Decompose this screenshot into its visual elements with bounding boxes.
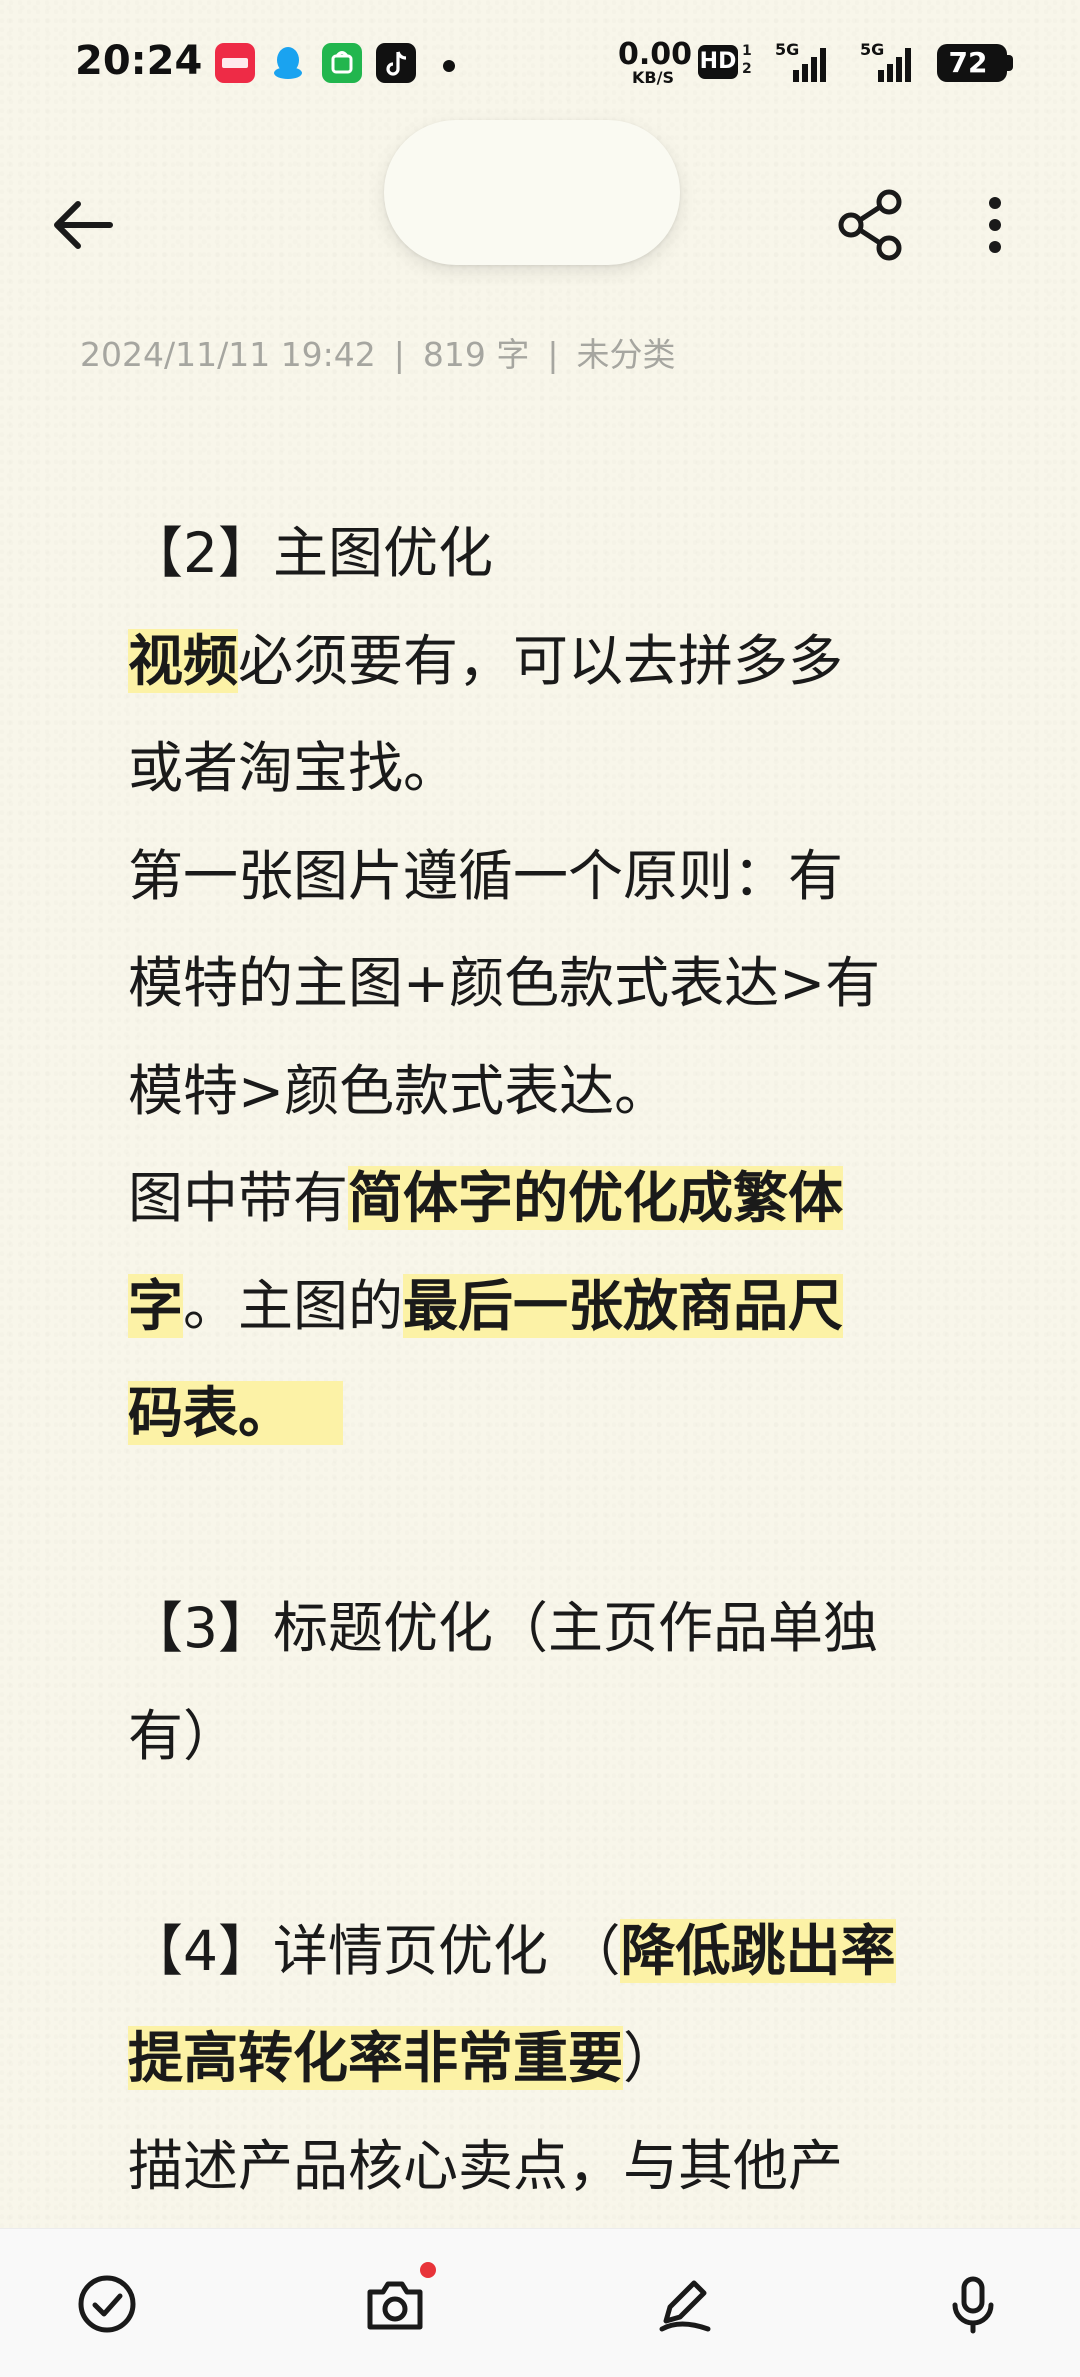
status-time: 20:24 [75,38,203,84]
section-3-heading-cont: 有） [128,1703,239,1768]
highlight-text: 最后一张放商品尺 [403,1273,844,1338]
note-meta: 2024/11/11 19:42 | 819 字 | 未分类 [80,335,676,374]
section-4-heading-cont: 提高转化率非常重要） [128,2026,679,2090]
highlight-text: 视频 [128,628,239,693]
more-vertical-icon [989,197,1001,253]
note-category[interactable]: 未分类 [577,335,676,374]
highlight-text: 提高转化率非常重要 [128,2026,624,2090]
paragraph-line: 描述产品核心卖点，与其他产 [128,2133,844,2198]
paragraph-line: 模特的主图+颜色款式表达>有 [128,951,881,1015]
back-button[interactable] [40,180,130,270]
share-button[interactable] [825,180,915,270]
arrow-left-icon [54,201,113,249]
voice-input-button[interactable] [928,2259,1018,2349]
paragraph-line: 字。主图的最后一张放商品尺 [128,1273,844,1338]
battery-cap [1007,55,1013,71]
paragraph-line: 码表。 [128,1360,968,1468]
paragraph-line: 视频必须要有，可以去拼多多 [128,628,844,693]
section-3-heading: 【3】标题优化（主页作品单独 [128,1596,878,1660]
highlight-text: 简体字的优化成繁体 [348,1166,844,1230]
paragraph-line: 模特>颜色款式表达。 [128,1058,670,1123]
network-speed: 0.00 KB/S [618,37,693,87]
signal-sim2-icon: 5G [860,40,918,84]
paragraph-line: 第一张图片遵循一个原则：有 [128,843,844,908]
status-bar: 20:24 0.00 KB/S HD 1 2 5G 5G 72 [0,0,1080,120]
more-options-button[interactable] [965,180,1025,270]
section-2-heading: 【2】主图优化 [128,521,493,585]
share-icon [838,189,902,261]
checklist-button[interactable] [62,2259,152,2349]
signal-sim1-icon: 5G [775,40,833,84]
note-title-pill[interactable] [384,120,680,265]
battery-icon: 72 [937,44,1007,82]
xiaohongshu-icon [215,43,255,83]
note-datetime: 2024/11/11 19:42 [80,335,376,374]
hd-sim-indicator: 1 2 [742,43,752,77]
pen-icon [659,2280,711,2332]
paragraph-line: 或者淘宝找。 [128,736,459,800]
microphone-icon [952,2276,994,2334]
paragraph-line: 图中带有简体字的优化成繁体 [128,1166,844,1230]
camera-badge-dot [420,2262,436,2278]
app-store-icon [322,43,362,83]
note-body[interactable]: 【2】主图优化 视频必须要有，可以去拼多多 或者淘宝找。 第一张图片遵循一个原则… [128,500,968,2220]
highlight-text: 降低跳出率 [620,1918,896,1983]
notification-dot [443,60,455,72]
handwriting-button[interactable] [640,2259,730,2349]
highlight-text: 字 [128,1273,184,1338]
note-word-count: 819 字 [422,335,530,374]
hd-icon: HD [698,45,738,79]
highlight-text: 码表。 [128,1381,344,1445]
tiktok-icon [376,43,416,83]
bottom-toolbar [0,2228,1080,2377]
section-4-heading: 【4】详情页优化 （降低跳出率 [128,1918,896,1983]
qq-icon [268,43,308,83]
checklist-icon [78,2275,136,2333]
